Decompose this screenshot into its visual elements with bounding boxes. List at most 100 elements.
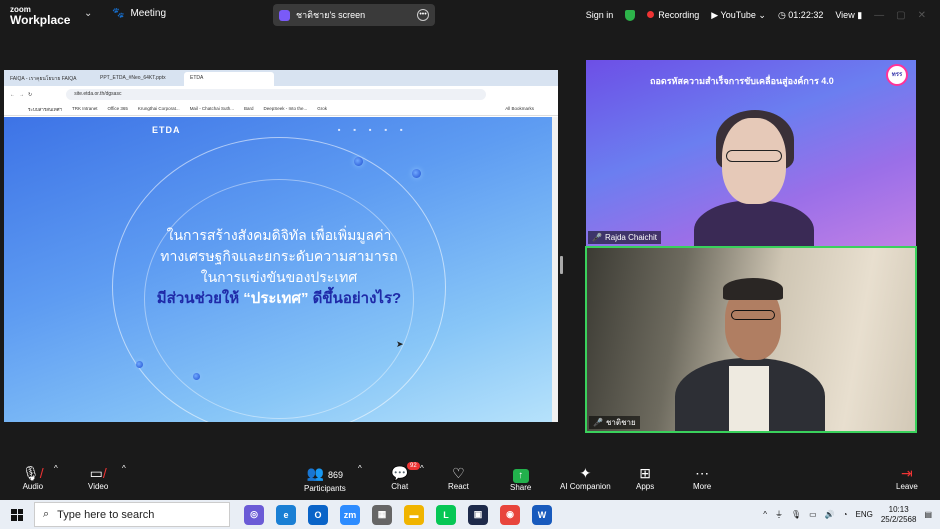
close-icon[interactable]: ✕ — [918, 10, 926, 21]
minimize-icon[interactable]: — — [874, 10, 884, 21]
record-dot-icon — [647, 11, 655, 18]
highlight-pre: มีส่วนช่วยให้ — [156, 290, 244, 307]
outlook-icon[interactable]: O — [308, 504, 328, 525]
slide-nav-dots[interactable]: ■ ■ ■ ■ ■ — [338, 127, 409, 132]
forward-icon[interactable]: → — [19, 92, 24, 98]
file-explorer-icon[interactable]: ▬ — [404, 504, 424, 525]
notifications-icon[interactable]: ▤ — [924, 510, 932, 519]
paw-icon: 🐾 — [112, 8, 125, 19]
mic-off-icon: 🎤 — [592, 233, 602, 242]
logo-line-2: Workplace — [10, 13, 71, 27]
share-button[interactable]: ↑ Share — [510, 464, 531, 492]
video-button[interactable]: ▭/ Video — [88, 464, 108, 491]
taskbar-search[interactable]: ⌕ Type here to search — [34, 502, 230, 527]
view-label: View — [835, 9, 855, 20]
reload-icon[interactable]: ↻ — [28, 92, 32, 98]
windows-logo-icon — [11, 508, 23, 521]
react-label: React — [448, 482, 469, 491]
more-button[interactable]: ⋯ More — [693, 464, 711, 491]
youtube-button[interactable]: ▶ YouTube ⌄ — [711, 10, 766, 21]
participant-name: ชาติชาย — [605, 418, 636, 427]
slide-line-1: ในการสร้างสังคมดิจิทัล เพื่อเพิ่มมูลค่า — [166, 227, 392, 243]
bookmark-item[interactable]: TRK Intranet — [72, 106, 98, 112]
meeting-button[interactable]: 🐾 Meeting — [112, 8, 166, 19]
react-button[interactable]: ♡ React — [448, 464, 469, 491]
copilot-icon[interactable]: ◎ — [244, 504, 264, 525]
shield-icon[interactable] — [625, 9, 636, 21]
usb-icon[interactable]: ⏚ — [775, 509, 783, 520]
teams-like-icon[interactable]: ▣ — [468, 504, 488, 525]
slide-line-2: ทางเศรษฐกิจและยกระดับความสามารถ — [160, 248, 398, 264]
top-right-controls: Sign in Recording ▶ YouTube ⌄ ◷ 01:22:32… — [586, 0, 940, 30]
line-app-icon[interactable]: L — [436, 504, 456, 525]
audio-options-caret-icon[interactable]: ^ — [54, 464, 58, 473]
windows-taskbar: ⌕ Type here to search ◎ e O zm ▦ ▬ L ▣ ◉… — [0, 500, 940, 529]
share-arrow-icon: ↑ — [512, 469, 529, 483]
apps-icon: ⊞ — [639, 465, 651, 481]
screen-share-pill[interactable]: ชาติชาย's screen ••• — [273, 4, 435, 26]
microphone-icon[interactable]: 🎙 — [791, 510, 801, 519]
all-bookmarks[interactable]: All Bookmarks — [505, 106, 534, 112]
page-scrollbar[interactable] — [552, 117, 558, 422]
video-options-caret-icon[interactable]: ^ — [122, 464, 126, 473]
youtube-label: YouTube — [720, 9, 756, 20]
bookmark-item[interactable]: Bard — [244, 106, 254, 112]
video-tile[interactable]: ถอดรหัสความสำเร็จการขับเคลื่อนสู่องค์การ… — [586, 60, 916, 246]
presentation-slide: ETDA ■ ■ ■ ■ ■ ในการสร้างสังคมดิจิทัล เพ… — [4, 117, 552, 422]
highlight-quote: “ประเทศ” — [243, 290, 309, 307]
apps-button[interactable]: ⊞ Apps — [636, 464, 654, 491]
maximize-icon[interactable]: ▢ — [896, 10, 905, 21]
word-icon[interactable]: W — [532, 504, 552, 525]
chevron-down-icon[interactable]: ⌄ — [84, 8, 92, 19]
chat-options-caret-icon[interactable]: ^ — [420, 464, 424, 473]
leave-button[interactable]: ⇥ Leave — [896, 464, 918, 491]
ai-companion-button[interactable]: ✦ AI Companion — [560, 464, 611, 491]
bookmark-item[interactable]: Grok — [317, 106, 327, 112]
meeting-label: Meeting — [130, 8, 167, 19]
participants-options-caret-icon[interactable]: ^ — [358, 464, 362, 473]
bookmark-item[interactable]: ระบบสารสนเทศฯ — [28, 106, 62, 112]
browser-tab[interactable]: FAIQA - เราคุยนโยบาย FAIQA — [4, 72, 94, 86]
browser-tab[interactable]: PPT_ETDA_#Neo_64KT.pptx — [94, 72, 184, 86]
more-options-icon[interactable]: ••• — [417, 9, 429, 21]
resize-handle[interactable] — [560, 256, 563, 274]
wifi-icon[interactable]: ◔ — [843, 510, 848, 519]
volume-icon[interactable]: 🔊 — [825, 510, 835, 519]
view-button[interactable]: View ▮ — [835, 10, 862, 21]
decorative-orb — [193, 373, 200, 380]
recording-indicator[interactable]: Recording — [647, 10, 699, 20]
bookmark-item[interactable]: Krungthai Corporat... — [138, 106, 180, 112]
chrome-icon[interactable]: ◉ — [500, 504, 520, 525]
start-button[interactable] — [0, 500, 34, 529]
mouse-cursor-icon: ➤ — [396, 339, 404, 349]
taskbar-clock[interactable]: 10:13 25/2/2568 — [881, 505, 917, 525]
bookmark-item[interactable]: Office 365 — [107, 106, 127, 112]
zoom-logo: zoom Workplace — [10, 4, 70, 26]
recording-label: Recording — [658, 10, 700, 20]
battery-icon[interactable]: ▭ — [809, 510, 817, 519]
audio-button[interactable]: 🎙/ Audio — [22, 464, 44, 491]
browser-tab-active[interactable]: ETDA — [184, 72, 274, 86]
bookmark-item[interactable]: Mail - Chatchai Suth... — [190, 106, 234, 112]
video-tile-active-speaker[interactable]: 🎤 ชาติชาย — [585, 246, 917, 433]
shared-screen: FAIQA - เราคุยนโยบาย FAIQA PPT_ETDA_#Neo… — [4, 70, 558, 422]
bookmark-item[interactable]: DeepSeek - Into the... — [263, 106, 307, 112]
calculator-icon[interactable]: ▦ — [372, 504, 392, 525]
input-language[interactable]: ENG — [856, 510, 873, 519]
zoom-app-icon[interactable]: zm — [340, 504, 360, 525]
participant-glasses — [731, 310, 775, 320]
url-field[interactable]: site.etda.or.th/dgsasc — [66, 89, 487, 100]
pinned-apps: ◎ e O zm ▦ ▬ L ▣ ◉ W — [244, 504, 552, 525]
chat-button[interactable]: 💬 92 Chat — [391, 462, 420, 491]
back-icon[interactable]: ← — [10, 92, 15, 98]
sign-in-link[interactable]: Sign in — [586, 10, 614, 20]
participants-button[interactable]: 👥 869 Participants — [304, 464, 346, 493]
show-hidden-icons-icon[interactable]: ^ — [763, 510, 767, 519]
meeting-toolbar: 🎙/ Audio ^ ▭/ Video ^ 👥 869 Participants… — [0, 462, 940, 500]
participants-count: 869 — [328, 470, 344, 480]
apps-label: Apps — [636, 482, 655, 491]
system-tray: ^ ⏚ 🎙 ▭ 🔊 ◔ ENG 10:13 25/2/2568 ▤ — [763, 505, 940, 525]
edge-icon[interactable]: e — [276, 504, 296, 525]
share-screen-icon — [279, 9, 290, 21]
more-label: More — [693, 482, 712, 491]
